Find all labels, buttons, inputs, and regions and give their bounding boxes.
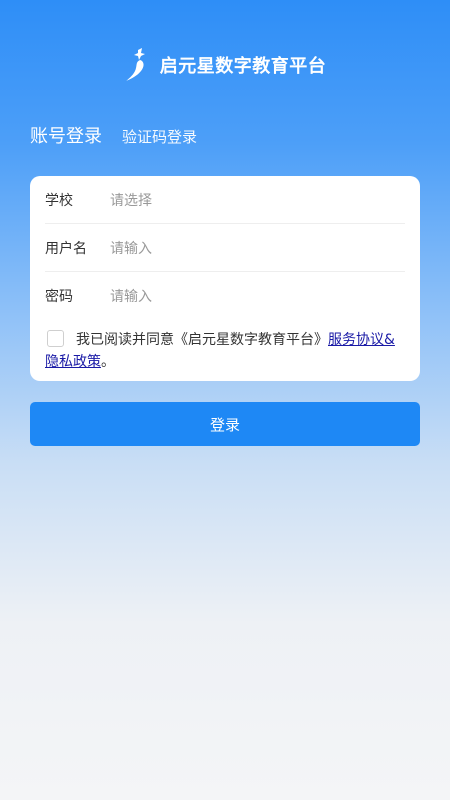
agreement-period: 。 — [101, 354, 115, 370]
brand-header: 启元星数字教育平台 — [0, 48, 450, 82]
password-row[interactable]: 密码 请输入 — [45, 272, 405, 319]
username-label: 用户名 — [45, 240, 87, 257]
brand-title: 启元星数字教育平台 — [159, 56, 327, 77]
school-label: 学校 — [45, 192, 73, 209]
agreement: 我已阅读并同意《启元星数字教育平台》服务协议&隐私政策。 — [45, 329, 405, 373]
brand-logo-icon — [125, 48, 145, 81]
login-button[interactable]: 登录 — [30, 402, 420, 446]
school-row[interactable]: 学校 请选择 — [45, 176, 405, 224]
login-tabs: 账号登录 验证码登录 — [30, 122, 197, 148]
password-input[interactable]: 请输入 — [110, 286, 152, 306]
school-select[interactable]: 请选择 — [110, 190, 152, 210]
agreement-checkbox[interactable] — [47, 330, 64, 347]
login-form-card: 学校 请选择 用户名 请输入 密码 请输入 我已阅读并同意《启元星数字教育平台》… — [30, 176, 420, 381]
agreement-text: 我已阅读并同意《启元星数字教育平台》 — [76, 332, 328, 348]
password-label: 密码 — [45, 288, 73, 305]
username-row[interactable]: 用户名 请输入 — [45, 224, 405, 272]
tab-account-login[interactable]: 账号登录 — [30, 122, 102, 148]
tab-sms-login[interactable]: 验证码登录 — [122, 126, 197, 147]
privacy-policy-link[interactable]: 隐私政策 — [45, 354, 101, 370]
username-input[interactable]: 请输入 — [110, 238, 152, 258]
service-agreement-link[interactable]: 服务协议& — [328, 332, 395, 348]
